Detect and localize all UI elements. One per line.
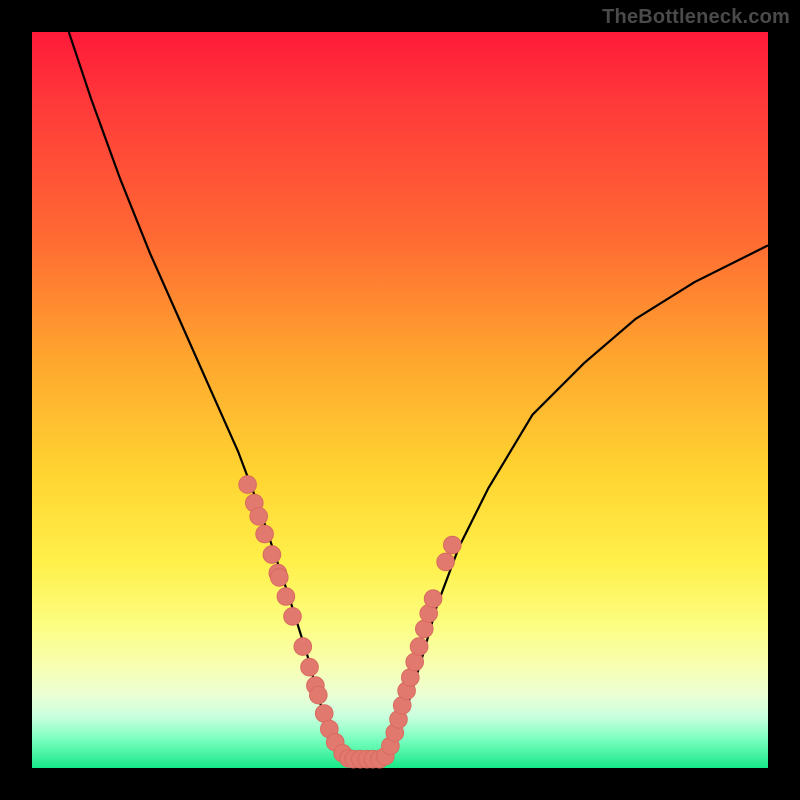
data-point [284,608,302,626]
data-point [310,686,328,704]
plot-area [32,32,768,768]
bottleneck-curve [32,32,768,768]
data-point [424,590,442,608]
data-point [271,569,289,587]
data-point [239,476,257,494]
data-point [416,620,434,638]
data-point [406,653,424,671]
data-point [256,525,274,543]
data-point [263,546,281,564]
data-point [250,508,268,526]
data-point [444,536,462,554]
watermark-text: TheBottleneck.com [602,6,790,29]
data-point [301,658,319,676]
chart-frame: TheBottleneck.com [0,0,800,800]
data-point [294,638,312,656]
data-point [277,588,295,606]
data-point [315,705,333,723]
data-point [402,669,420,687]
data-point [410,638,428,656]
data-point [437,553,455,571]
